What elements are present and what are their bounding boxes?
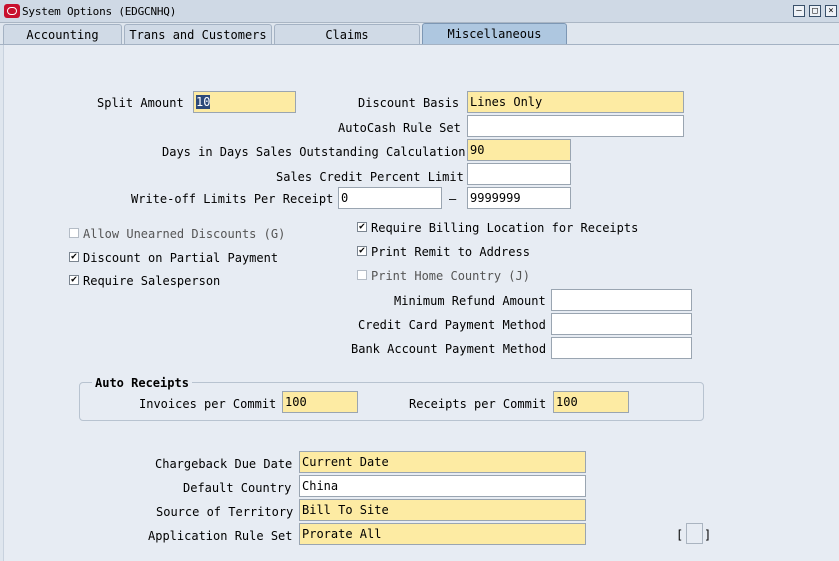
- oracle-logo-icon: [4, 4, 20, 18]
- dso-calculation-field[interactable]: 90: [467, 139, 571, 161]
- application-rule-set-label: Application Rule Set: [148, 529, 293, 543]
- tab-accounting[interactable]: Accounting: [3, 24, 122, 45]
- title-bar: System Options (EDGCNHQ) — □ ×: [0, 0, 839, 23]
- discount-basis-label: Discount Basis: [358, 96, 460, 110]
- discount-partial-payment-label: Discount on Partial Payment: [83, 251, 279, 265]
- maximize-icon[interactable]: □: [809, 5, 821, 17]
- tab-trans-and-customers[interactable]: Trans and Customers: [124, 24, 272, 45]
- auto-receipts-title: Auto Receipts: [92, 376, 192, 390]
- dso-calculation-label: Days in Days Sales Outstanding Calculati…: [162, 145, 466, 159]
- split-amount-label: Split Amount: [97, 96, 184, 110]
- print-home-country-checkbox[interactable]: [357, 270, 367, 280]
- flexfield-open-bracket: [: [676, 528, 684, 542]
- print-remit-address-label: Print Remit to Address: [371, 245, 530, 259]
- writeoff-to-field[interactable]: 9999999: [467, 187, 571, 209]
- min-refund-amount-field[interactable]: [551, 289, 692, 311]
- receipts-per-commit-field[interactable]: 100: [553, 391, 629, 413]
- flexfield-close-bracket: ]: [704, 528, 712, 542]
- receipts-per-commit-label: Receipts per Commit: [409, 397, 547, 411]
- tab-strip: Accounting Trans and Customers Claims Mi…: [0, 23, 839, 46]
- source-of-territory-field[interactable]: Bill To Site: [299, 499, 586, 521]
- close-icon[interactable]: ×: [825, 5, 837, 17]
- print-remit-address-checkbox[interactable]: ✔: [357, 246, 367, 256]
- split-amount-field[interactable]: 10: [193, 91, 296, 113]
- autocash-rule-set-label: AutoCash Rule Set: [338, 121, 461, 135]
- writeoff-limits-label: Write-off Limits Per Receipt: [131, 192, 334, 206]
- bank-account-method-field[interactable]: [551, 337, 692, 359]
- writeoff-from-field[interactable]: 0: [338, 187, 442, 209]
- split-amount-value: 10: [196, 95, 211, 109]
- credit-card-method-field[interactable]: [551, 313, 692, 335]
- min-refund-amount-label: Minimum Refund Amount: [394, 294, 546, 308]
- minimize-icon[interactable]: —: [793, 5, 805, 17]
- print-home-country-label: Print Home Country (J): [371, 269, 530, 283]
- require-salesperson-label: Require Salesperson: [83, 274, 221, 288]
- allow-unearned-discounts-label: Allow Unearned Discounts (G): [83, 227, 286, 241]
- chargeback-due-date-label: Chargeback Due Date: [155, 457, 293, 471]
- allow-unearned-discounts-checkbox[interactable]: [69, 228, 79, 238]
- default-country-label: Default Country: [183, 481, 292, 495]
- invoices-per-commit-field[interactable]: 100: [282, 391, 358, 413]
- tab-claims[interactable]: Claims: [274, 24, 420, 45]
- invoices-per-commit-label: Invoices per Commit: [139, 397, 277, 411]
- sales-credit-percent-field[interactable]: [467, 163, 571, 185]
- writeoff-range-separator: –: [449, 192, 457, 206]
- sales-credit-percent-label: Sales Credit Percent Limit: [276, 170, 464, 184]
- tab-miscellaneous[interactable]: Miscellaneous: [422, 23, 567, 46]
- window-title: System Options (EDGCNHQ): [22, 5, 177, 18]
- discount-partial-payment-checkbox[interactable]: ✔: [69, 252, 79, 262]
- default-country-field[interactable]: China: [299, 475, 586, 497]
- bank-account-method-label: Bank Account Payment Method: [351, 342, 547, 356]
- discount-basis-field[interactable]: Lines Only: [467, 91, 684, 113]
- credit-card-method-label: Credit Card Payment Method: [358, 318, 546, 332]
- require-salesperson-checkbox[interactable]: ✔: [69, 275, 79, 285]
- application-rule-set-field[interactable]: Prorate All: [299, 523, 586, 545]
- source-of-territory-label: Source of Territory: [156, 505, 294, 519]
- require-billing-location-label: Require Billing Location for Receipts: [371, 221, 639, 235]
- require-billing-location-checkbox[interactable]: ✔: [357, 222, 367, 232]
- autocash-rule-set-field[interactable]: [467, 115, 684, 137]
- descriptive-flexfield-field[interactable]: [686, 523, 703, 544]
- chargeback-due-date-field[interactable]: Current Date: [299, 451, 586, 473]
